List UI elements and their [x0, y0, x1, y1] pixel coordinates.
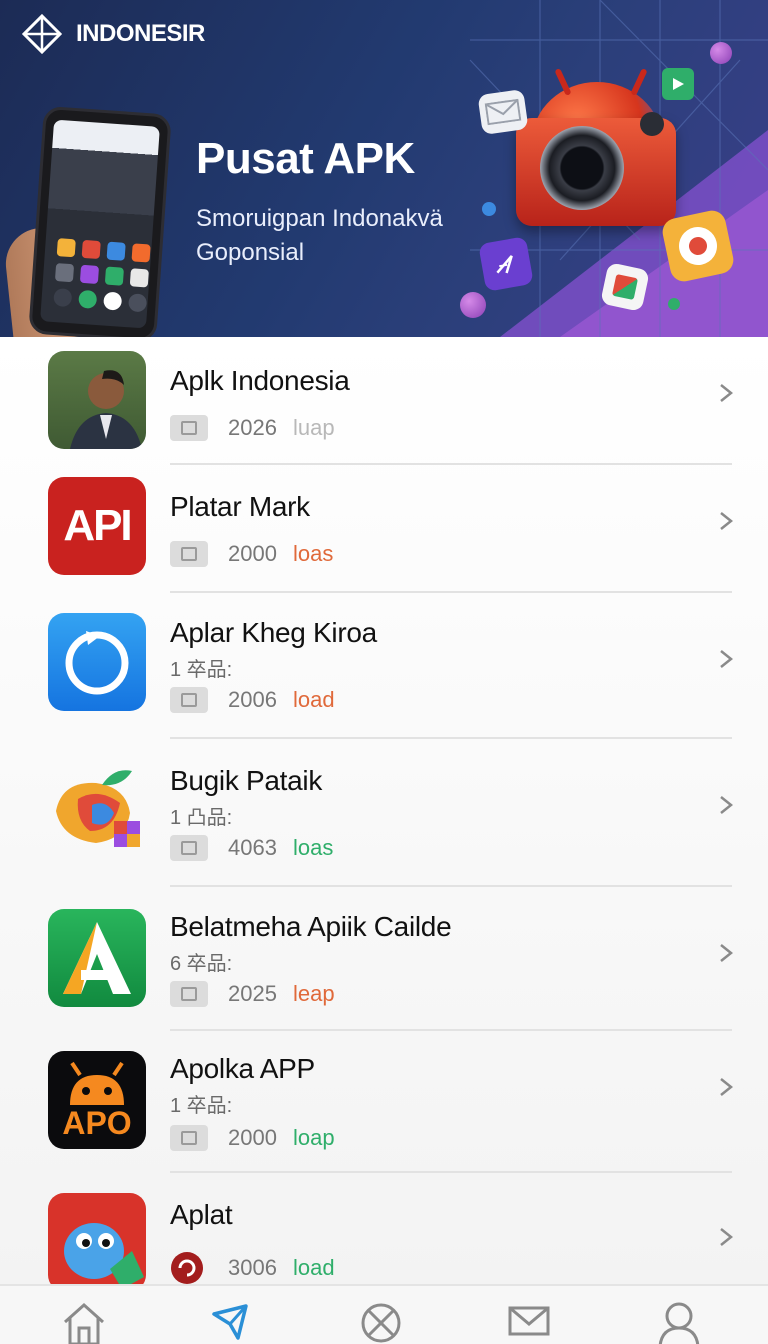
app-year: 2000 — [228, 1125, 277, 1150]
app-name: Aplk Indonesia — [170, 365, 350, 396]
app-tag: loas — [293, 835, 334, 860]
list-item[interactable]: APO Apolka APP 1 卒品: 2000 loap — [0, 1031, 768, 1173]
bottom-navigation — [0, 1284, 768, 1344]
app-meta: 1 凸品: — [170, 807, 233, 829]
app-tag: luap — [293, 415, 335, 440]
decor-bubble — [460, 292, 486, 318]
app-badge-icon — [170, 541, 208, 567]
navigation-arrow-icon[interactable] — [208, 1300, 254, 1344]
play-store-float-icon — [662, 68, 694, 100]
camera-lens-icon — [540, 126, 624, 210]
app-tag: leap — [293, 981, 335, 1006]
chevron-right-icon[interactable] — [716, 649, 736, 669]
list-item[interactable]: Aplat 3006 load — [0, 1173, 768, 1284]
app-badge-icon — [170, 1125, 208, 1151]
chrome-float-icon — [660, 208, 736, 284]
app-name: Platar Mark — [170, 491, 310, 522]
app-meta: 1 卒品: — [170, 659, 233, 681]
list-item[interactable]: Belatmeha Apiik Cailde 6 卒品: 2025 leap — [0, 887, 768, 1031]
app-name: Apolka APP — [170, 1053, 315, 1084]
app-tag: load — [293, 1255, 335, 1280]
send-float-icon — [478, 236, 534, 292]
chevron-right-icon[interactable] — [716, 1227, 736, 1247]
app-badge-icon — [170, 415, 208, 441]
app-year: 2026 — [228, 415, 277, 440]
app-year: 2006 — [228, 687, 277, 712]
chevron-right-icon[interactable] — [716, 383, 736, 403]
close-circle-icon[interactable] — [358, 1300, 404, 1344]
diamond-compass-icon — [22, 14, 62, 54]
api-red-icon: API — [48, 477, 146, 575]
app-name: Bugik Pataik — [170, 765, 323, 796]
app-badge-icon — [170, 981, 208, 1007]
chevron-right-icon[interactable] — [716, 511, 736, 531]
banner-title: Pusat APK — [196, 134, 415, 183]
colorful-fruit-icon — [48, 759, 146, 857]
list-item[interactable]: API Platar Mark 2000 loas — [0, 465, 768, 591]
app-tag: loap — [293, 1125, 335, 1150]
app-year: 4063 — [228, 835, 277, 860]
home-icon[interactable] — [61, 1300, 107, 1344]
profile-icon[interactable] — [656, 1300, 702, 1344]
decor-bubble — [668, 298, 680, 310]
refresh-circle-icon — [48, 613, 146, 711]
app-name: Aplar Kheg Kiroa — [170, 617, 377, 648]
brand-header: INDONESIR — [22, 14, 205, 54]
app-year: 2025 — [228, 981, 277, 1006]
list-item[interactable]: Aplar Kheg Kiroa 1 卒品: 2006 load — [0, 593, 768, 739]
app-tag: loas — [293, 541, 334, 566]
app-badge-icon — [170, 687, 208, 713]
apo-android-icon: APO — [48, 1051, 146, 1149]
app-year: 3006 — [228, 1255, 277, 1280]
mail-icon[interactable] — [506, 1300, 552, 1344]
camera-flash-icon — [640, 112, 664, 136]
list-item[interactable]: Bugik Pataik 1 凸品: 4063 loas — [0, 739, 768, 887]
decor-bubble — [482, 202, 496, 216]
decor-bubble — [710, 42, 732, 64]
chevron-right-icon[interactable] — [716, 1077, 736, 1097]
red-swirl-icon — [171, 1252, 203, 1284]
brand-title: INDONESIR — [76, 20, 205, 47]
mail-float-icon — [477, 88, 529, 136]
phone-illustration — [28, 105, 172, 337]
blue-creature-icon — [48, 1193, 146, 1284]
green-a-icon — [48, 909, 146, 1007]
banner-subtitle: Smoruigpan Indonakvä Goponsial — [196, 205, 443, 266]
app-list: Aplk Indonesia 2026 luap API Platar Mark… — [0, 337, 768, 1284]
app-name: Aplat — [170, 1199, 233, 1230]
chevron-right-icon[interactable] — [716, 943, 736, 963]
maps-float-icon — [600, 262, 650, 312]
app-meta: 6 卒品: — [170, 953, 233, 975]
app-year: 2000 — [228, 541, 277, 566]
app-meta: 1 卒品: — [170, 1095, 233, 1117]
portrait-photo-icon — [48, 351, 146, 449]
list-item[interactable]: Aplk Indonesia 2026 luap — [0, 337, 768, 465]
hero-banner: INDONESIR Pusat APK Smoruigpan Indonakvä… — [0, 0, 768, 337]
app-badge-icon — [170, 835, 208, 861]
app-name: Belatmeha Apiik Cailde — [170, 911, 452, 942]
app-tag: load — [293, 687, 335, 712]
chevron-right-icon[interactable] — [716, 795, 736, 815]
